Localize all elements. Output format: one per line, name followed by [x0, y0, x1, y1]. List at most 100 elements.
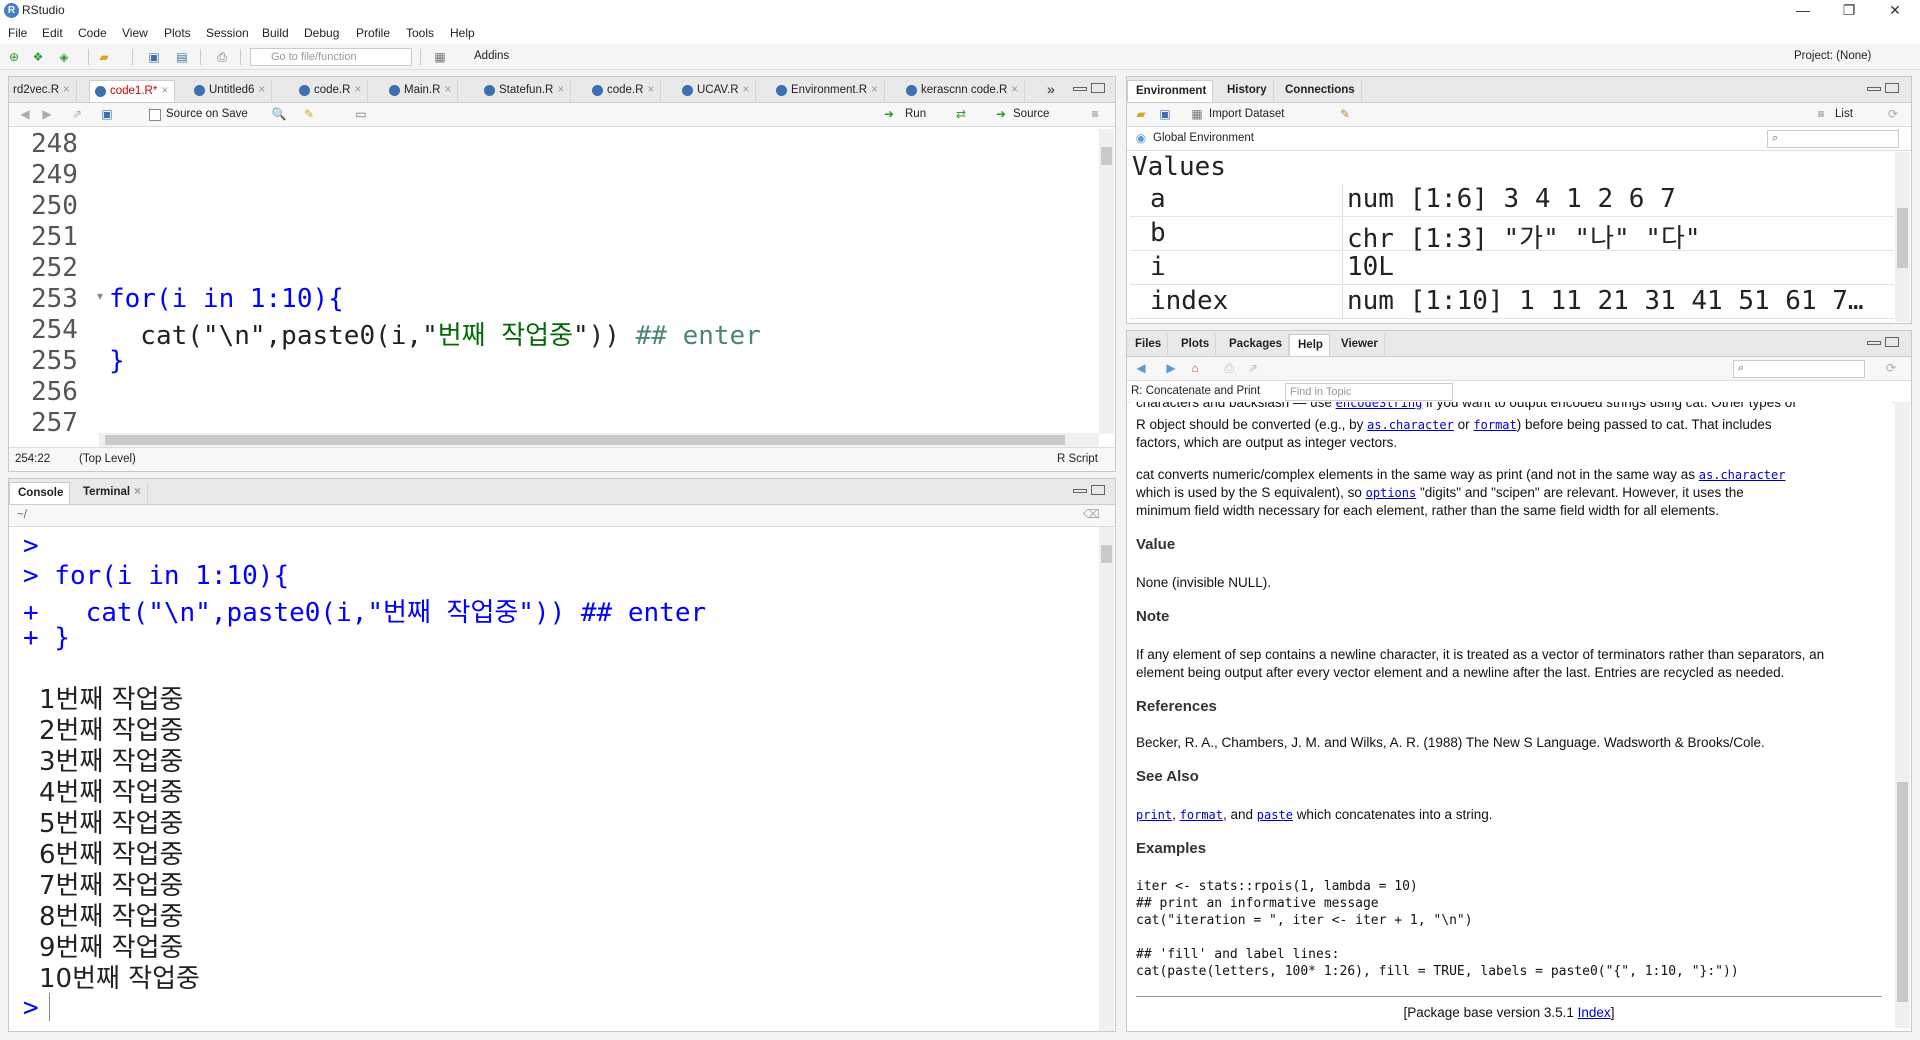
- editor-vscrollbar[interactable]: [1099, 129, 1114, 434]
- source-button[interactable]: Source: [1013, 108, 1049, 120]
- import-dataset-icon[interactable]: ▦: [1189, 106, 1205, 122]
- link-options[interactable]: options: [1366, 486, 1417, 500]
- env-row-index[interactable]: index num [1:10] 1 11 21 31 41 51 61 7…: [1130, 286, 1894, 319]
- tab-ucav[interactable]: UCAV.R ×: [677, 80, 757, 102]
- env-row-b[interactable]: b chr [1:3] "가" "나" "다": [1130, 218, 1894, 254]
- addins-menu[interactable]: Addins: [474, 50, 509, 62]
- find-in-topic-input[interactable]: Find in Topic: [1285, 383, 1453, 401]
- code-tools-icon[interactable]: ✎: [301, 106, 317, 122]
- menu-view[interactable]: View: [122, 26, 148, 40]
- tab-history[interactable]: History: [1219, 80, 1274, 102]
- tab-code1[interactable]: code1.R* ×: [89, 80, 176, 102]
- maximize-pane-icon[interactable]: [1885, 337, 1899, 347]
- tab-help[interactable]: Help: [1289, 334, 1330, 356]
- project-menu[interactable]: Project: (None): [1794, 50, 1871, 62]
- tab-environment[interactable]: Environment: [1127, 80, 1214, 102]
- load-workspace-icon[interactable]: ▰: [1133, 106, 1149, 122]
- file-type-selector[interactable]: R Script: [1057, 453, 1098, 465]
- run-button[interactable]: Run: [905, 108, 926, 120]
- show-in-window-icon[interactable]: ⇗: [69, 106, 85, 122]
- env-vscrollbar[interactable]: [1895, 152, 1910, 322]
- maximize-pane-icon[interactable]: [1091, 83, 1105, 93]
- help-search-input[interactable]: ⌕: [1733, 360, 1865, 378]
- minimize-pane-icon[interactable]: [1073, 87, 1087, 91]
- save-workspace-icon[interactable]: ▣: [1157, 106, 1173, 122]
- menu-tools[interactable]: Tools: [406, 26, 434, 40]
- show-in-window-icon[interactable]: ⇗: [1245, 360, 1261, 376]
- minimize-pane-icon[interactable]: [1867, 341, 1881, 345]
- goto-file-input[interactable]: Go to file/function: [250, 48, 412, 66]
- menu-session[interactable]: Session: [206, 26, 249, 40]
- link-as-character-2[interactable]: as.character: [1699, 468, 1786, 482]
- save-icon[interactable]: ▣: [146, 49, 162, 65]
- source-on-save-checkbox[interactable]: [149, 109, 161, 121]
- open-folder-icon[interactable]: ▰: [96, 49, 112, 65]
- tab-terminal[interactable]: Terminal ×: [75, 482, 148, 504]
- link-index[interactable]: Index: [1578, 1005, 1611, 1020]
- link-print[interactable]: print: [1136, 808, 1172, 822]
- console-output[interactable]: > > for(i in 1:10){ + cat("\n",paste0(i,…: [9, 527, 1099, 1031]
- menu-help[interactable]: Help: [450, 26, 475, 40]
- grid-layout-icon[interactable]: ▦: [432, 49, 448, 65]
- new-file-icon[interactable]: ⊕: [6, 49, 22, 65]
- maximize-pane-icon[interactable]: [1091, 485, 1105, 495]
- fold-icon[interactable]: ▾: [97, 289, 103, 303]
- rerun-icon[interactable]: ⇄: [953, 106, 969, 122]
- run-icon[interactable]: ➜: [881, 106, 897, 122]
- menu-plots[interactable]: Plots: [164, 26, 191, 40]
- print-icon[interactable]: ⎙: [1221, 360, 1237, 376]
- clear-console-icon[interactable]: ⌫: [1083, 507, 1100, 521]
- tab-packages[interactable]: Packages: [1221, 334, 1290, 356]
- menu-file[interactable]: File: [8, 26, 27, 40]
- create-project-icon[interactable]: ◈: [56, 49, 72, 65]
- view-mode-selector[interactable]: List: [1835, 108, 1853, 120]
- forward-icon[interactable]: ▶: [1163, 360, 1179, 376]
- refresh-icon[interactable]: ⟳: [1883, 360, 1899, 376]
- back-icon[interactable]: ◀: [1133, 360, 1149, 376]
- menu-build[interactable]: Build: [262, 26, 289, 40]
- clear-workspace-icon[interactable]: ✎: [1337, 106, 1353, 122]
- menu-edit[interactable]: Edit: [42, 26, 63, 40]
- tab-environment-r[interactable]: Environment.R ×: [771, 80, 885, 102]
- minimize-icon[interactable]: —: [1780, 0, 1826, 22]
- home-icon[interactable]: ⌂: [1187, 360, 1203, 376]
- tab-rd2vec[interactable]: rd2vec.R ×: [9, 80, 77, 102]
- forward-icon[interactable]: ▶: [39, 106, 55, 122]
- link-paste[interactable]: paste: [1257, 808, 1293, 822]
- tab-console[interactable]: Console: [9, 482, 71, 504]
- restore-icon[interactable]: ❐: [1826, 0, 1872, 22]
- help-topic-selector[interactable]: R: Concatenate and Print: [1131, 385, 1260, 397]
- source-icon[interactable]: ➜: [993, 106, 1009, 122]
- tab-plots[interactable]: Plots: [1173, 334, 1217, 356]
- refresh-icon[interactable]: ⟳: [1885, 106, 1901, 122]
- minimize-pane-icon[interactable]: [1867, 87, 1881, 91]
- more-tabs-icon[interactable]: »: [1047, 81, 1055, 97]
- env-row-a[interactable]: a num [1:6] 3 4 1 2 6 7: [1130, 184, 1894, 217]
- list-view-icon[interactable]: ≡: [1813, 106, 1829, 122]
- help-vscrollbar[interactable]: [1895, 402, 1910, 1028]
- print-icon[interactable]: ⎙: [214, 49, 230, 65]
- link-format-2[interactable]: format: [1180, 808, 1223, 822]
- scope-selector[interactable]: (Top Level): [79, 453, 136, 465]
- minimize-pane-icon[interactable]: [1073, 489, 1087, 493]
- compile-report-icon[interactable]: ▭: [353, 106, 369, 122]
- link-as-character[interactable]: as.character: [1367, 418, 1454, 432]
- outline-icon[interactable]: ≡: [1087, 106, 1103, 122]
- tab-viewer[interactable]: Viewer: [1333, 334, 1385, 356]
- env-row-i[interactable]: i 10L: [1130, 252, 1894, 285]
- save-all-icon[interactable]: ▤: [174, 49, 190, 65]
- tab-untitled6[interactable]: Untitled6 ×: [189, 80, 273, 102]
- tab-code-r[interactable]: code.R ×: [294, 80, 369, 102]
- editor-save-icon[interactable]: ▣: [99, 106, 115, 122]
- code-area[interactable]: 248 249 250 251 252 253 254 255 256 257 …: [9, 129, 1099, 444]
- new-project-icon[interactable]: ❖: [30, 49, 46, 65]
- menu-code[interactable]: Code: [78, 26, 107, 40]
- tab-kerascnn[interactable]: kerascnn code.R ×: [901, 80, 1026, 102]
- tab-files[interactable]: Files: [1127, 334, 1169, 356]
- env-scope-selector[interactable]: Global Environment: [1153, 132, 1254, 144]
- search-icon[interactable]: 🔍: [271, 106, 287, 122]
- link-format[interactable]: format: [1473, 418, 1516, 432]
- back-icon[interactable]: ◀: [17, 106, 33, 122]
- tab-code-r-2[interactable]: code.R ×: [587, 80, 662, 102]
- close-icon[interactable]: ✕: [1872, 0, 1918, 22]
